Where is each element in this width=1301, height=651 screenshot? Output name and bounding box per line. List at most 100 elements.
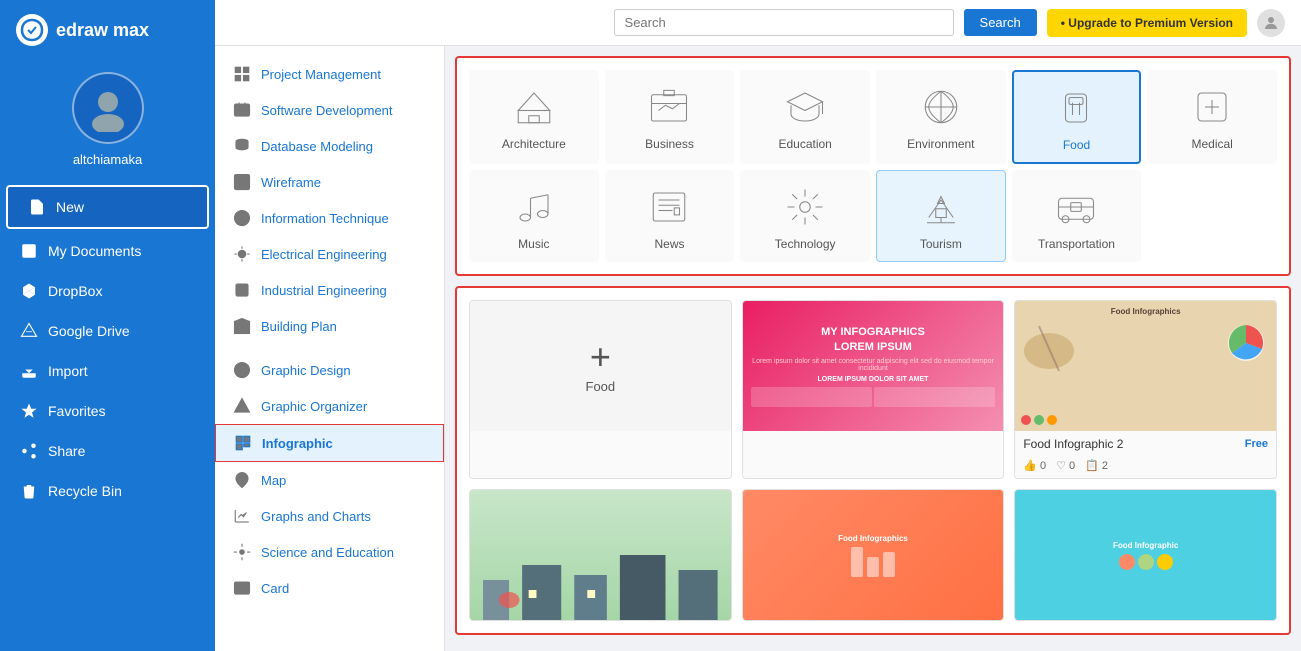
menu-item-project-management[interactable]: Project Management (215, 56, 444, 92)
menu-item-science-and-education[interactable]: Science and Education (215, 534, 444, 570)
menu-label: Graphic Organizer (261, 399, 367, 414)
template-card-blank[interactable]: + Food (469, 300, 732, 479)
infographic-subtitle: Lorem ipsum dolor sit amet consectetur a… (751, 358, 996, 372)
menu-label: Map (261, 473, 286, 488)
category-card-architecture[interactable]: Architecture (469, 70, 599, 164)
education-label: Education (778, 137, 831, 151)
transportation-icon (1050, 181, 1102, 233)
architecture-label: Architecture (502, 137, 566, 151)
education-icon (779, 81, 831, 133)
menu-label: Card (261, 581, 289, 596)
music-label: Music (518, 237, 549, 251)
sidebar-item-import[interactable]: Import (0, 351, 215, 391)
template-card-food-2[interactable]: Food Infographics (1014, 300, 1277, 479)
category-card-transportation[interactable]: Transportation (1012, 170, 1142, 262)
sidebar-item-label-import: Import (48, 363, 88, 379)
left-menu: Project Management Software Development … (215, 46, 445, 651)
menu-item-infographic[interactable]: Infographic (215, 424, 444, 462)
menu-item-graphic-organizer[interactable]: Graphic Organizer (215, 388, 444, 424)
copy-icon: 📋 (1085, 459, 1099, 472)
music-icon (508, 181, 560, 233)
menu-item-map[interactable]: Map (215, 462, 444, 498)
category-card-business[interactable]: Business (605, 70, 735, 164)
user-icon[interactable] (1257, 9, 1285, 37)
menu-item-building-plan[interactable]: Building Plan (215, 308, 444, 344)
category-card-technology[interactable]: Technology (740, 170, 870, 262)
main-area: Search Upgrade to Premium Version Projec… (215, 0, 1301, 651)
sidebar-item-recycle-bin[interactable]: Recycle Bin (0, 471, 215, 511)
search-button[interactable]: Search (964, 9, 1037, 36)
sidebar-item-dropbox[interactable]: DropBox (0, 271, 215, 311)
sidebar-item-label-favorites: Favorites (48, 403, 106, 419)
template-card-city[interactable] (469, 489, 732, 621)
menu-item-graphic-design[interactable]: Graphic Design (215, 352, 444, 388)
username: altchiamaka (73, 152, 142, 167)
stat-likes: 👍 0 (1023, 459, 1046, 472)
template-card-foodinfo3[interactable]: Food Infographic (1014, 489, 1277, 621)
sidebar-item-new[interactable]: New (6, 185, 209, 229)
category-section: Architecture Business Educat (455, 56, 1291, 276)
sidebar-item-google-drive[interactable]: Google Drive (0, 311, 215, 351)
sidebar-header: edraw max (0, 0, 215, 60)
food-infographic-preview: Food Infographics (1015, 301, 1276, 431)
category-card-food[interactable]: Food (1012, 70, 1142, 164)
app-logo (16, 14, 48, 46)
sidebar-item-label-drive: Google Drive (48, 323, 130, 339)
menu-item-card[interactable]: Card (215, 570, 444, 606)
menu-label: Graphic Design (261, 363, 351, 378)
template-card-foodinfo2[interactable]: Food Infographics (742, 489, 1005, 621)
template-card-infographic[interactable]: MY INFOGRAPHICSLOREM IPSUM Lorem ipsum d… (742, 300, 1005, 479)
category-card-environment[interactable]: Environment (876, 70, 1006, 164)
upgrade-button[interactable]: Upgrade to Premium Version (1047, 9, 1247, 37)
menu-item-information-technique[interactable]: Information Technique (215, 200, 444, 236)
content: Project Management Software Development … (215, 46, 1301, 651)
infographic-title: MY INFOGRAPHICSLOREM IPSUM (821, 325, 925, 354)
sidebar-item-my-documents[interactable]: My Documents (0, 231, 215, 271)
category-card-medical[interactable]: Medical (1147, 70, 1277, 164)
menu-item-software-development[interactable]: Software Development (215, 92, 444, 128)
search-input[interactable] (614, 9, 954, 36)
menu-label: Project Management (261, 67, 381, 82)
template-badge-food-2: Free (1245, 438, 1268, 450)
menu-label: Database Modeling (261, 139, 373, 154)
infographic-preview: MY INFOGRAPHICSLOREM IPSUM Lorem ipsum d… (743, 301, 1004, 431)
hearts-count: 0 (1069, 460, 1075, 472)
sidebar-item-share[interactable]: Share (0, 431, 215, 471)
topbar: Search Upgrade to Premium Version (215, 0, 1301, 46)
menu-label: Electrical Engineering (261, 247, 387, 262)
blank-food-label: Food (586, 379, 616, 394)
templates-grid: + Food MY INFOGRAPHICSLOREM IPSUM Lorem … (469, 300, 1277, 479)
menu-item-graphs-and-charts[interactable]: Graphs and Charts (215, 498, 444, 534)
template-thumb-infographic: MY INFOGRAPHICSLOREM IPSUM Lorem ipsum d… (743, 301, 1004, 431)
menu-item-wireframe[interactable]: Wireframe (215, 164, 444, 200)
architecture-icon (508, 81, 560, 133)
category-card-tourism[interactable]: Tourism (876, 170, 1006, 262)
template-info-food-2: Food Infographic 2 Free (1015, 431, 1276, 457)
environment-icon (915, 81, 967, 133)
menu-label: Industrial Engineering (261, 283, 387, 298)
transportation-label: Transportation (1038, 237, 1115, 251)
category-card-education[interactable]: Education (740, 70, 870, 164)
category-card-news[interactable]: News (605, 170, 735, 262)
plus-icon: + (590, 339, 611, 375)
sidebar-item-label-share: Share (48, 443, 85, 459)
business-icon (643, 81, 695, 133)
app-name: edraw max (56, 20, 149, 41)
bottom-templates-row: Food Infographics (469, 489, 1277, 621)
category-grid: Architecture Business Educat (469, 70, 1277, 262)
news-label: News (654, 237, 684, 251)
copies-count: 2 (1102, 460, 1108, 472)
menu-item-industrial-engineering[interactable]: Industrial Engineering (215, 272, 444, 308)
sidebar-nav: New My Documents DropBox Google Drive Im… (0, 183, 215, 511)
template-thumb-foodinfo3: Food Infographic (1015, 490, 1276, 620)
category-card-music[interactable]: Music (469, 170, 599, 262)
templates-section: + Food MY INFOGRAPHICSLOREM IPSUM Lorem … (455, 286, 1291, 635)
template-thumb-foodinfo2: Food Infographics (743, 490, 1004, 620)
menu-item-electrical-engineering[interactable]: Electrical Engineering (215, 236, 444, 272)
heart-icon: ♡ (1056, 459, 1066, 472)
food-label: Food (1063, 138, 1090, 152)
template-thumb-city (470, 490, 731, 620)
menu-item-database-modeling[interactable]: Database Modeling (215, 128, 444, 164)
sidebar-item-favorites[interactable]: Favorites (0, 391, 215, 431)
city-infographic-preview (470, 490, 731, 620)
